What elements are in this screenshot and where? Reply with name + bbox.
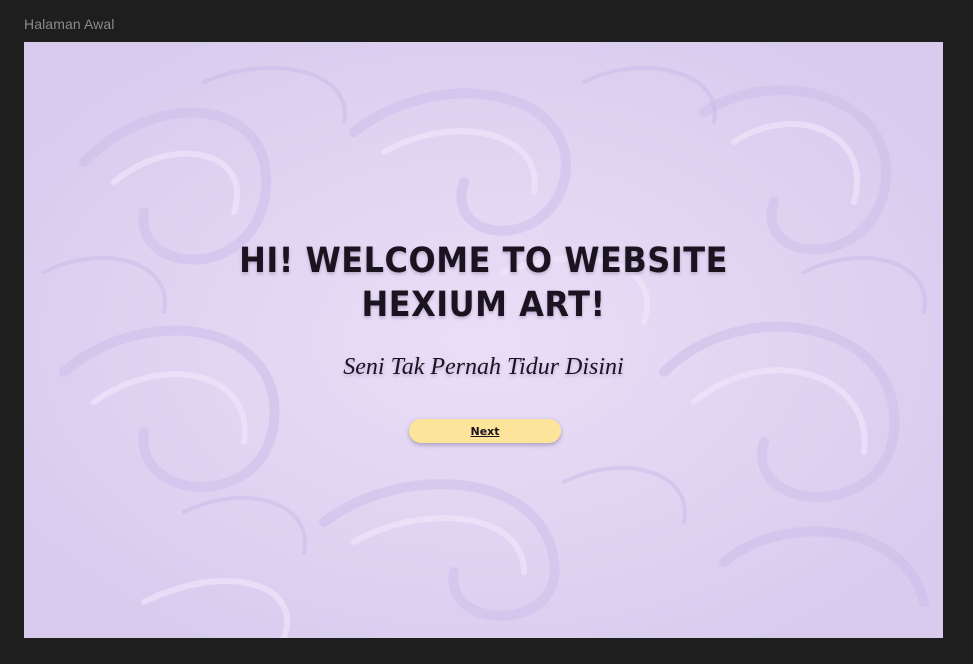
welcome-frame: HI! WELCOME TO WEBSITE HEXIUM ART! Seni … (24, 42, 943, 638)
next-button[interactable]: Next (409, 419, 561, 443)
frame-label: Halaman Awal (24, 16, 115, 32)
welcome-headline-line2: HEXIUM ART! (361, 283, 606, 325)
tagline: Seni Tak Pernah Tidur Disini (343, 354, 624, 380)
welcome-headline-line1: HI! WELCOME TO WEBSITE (239, 239, 728, 281)
hero-section: HI! WELCOME TO WEBSITE HEXIUM ART! Seni … (24, 42, 943, 638)
